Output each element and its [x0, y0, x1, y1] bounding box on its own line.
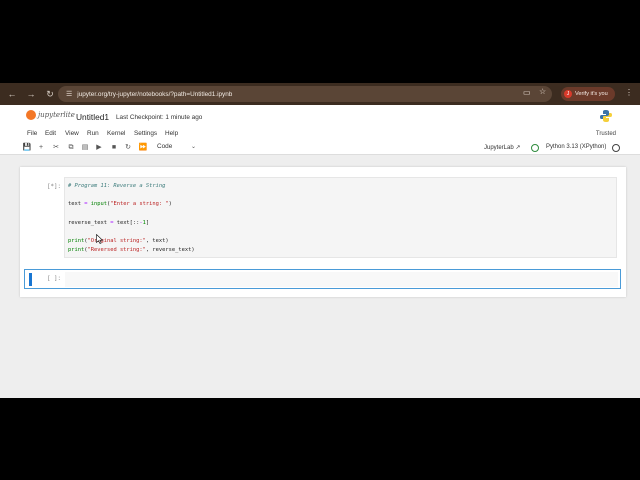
restart-run-all-icon[interactable]: ⏩ — [138, 143, 148, 153]
kernel-status-icon — [612, 144, 620, 152]
reload-icon[interactable]: ↻ — [43, 87, 57, 101]
menu-kernel[interactable]: Kernel — [107, 130, 125, 137]
back-icon[interactable]: ← — [5, 87, 19, 101]
code-line: print("Original string:", text) — [68, 238, 169, 245]
jupyter-header: jupyterlite Untitled1 Last Checkpoint: 1… — [0, 105, 640, 127]
install-app-icon[interactable]: ▭ — [523, 88, 531, 97]
code-line: # Program 11: Reverse a String — [68, 183, 166, 189]
menu-file[interactable]: File — [27, 130, 37, 137]
run-cell-icon[interactable]: ▶ — [94, 143, 104, 153]
save-icon[interactable]: 💾 — [22, 143, 32, 153]
add-cell-icon[interactable]: + — [36, 143, 46, 153]
open-jupyterlab-link[interactable]: JupyterLab ↗ — [484, 144, 520, 151]
stop-kernel-icon[interactable]: ■ — [109, 143, 119, 153]
menu-bar: File Edit View Run Kernel Settings Help … — [0, 127, 640, 140]
code-cell-editor[interactable]: # Program 11: Reverse a String text = in… — [64, 177, 617, 258]
chevron-down-icon[interactable]: ⌄ — [191, 143, 196, 150]
code-line: reverse_text = text[::-1] — [68, 219, 150, 226]
paste-icon[interactable]: ▤ — [80, 143, 90, 153]
bookmark-star-icon[interactable]: ☆ — [539, 87, 546, 96]
cell-type-select[interactable]: Code — [157, 143, 172, 150]
url-text: jupyter.org/try-jupyter/notebooks/?path=… — [77, 90, 233, 98]
kernel-name[interactable]: Python 3.13 (XPython) — [546, 144, 606, 150]
forward-icon[interactable]: → — [24, 87, 38, 101]
menu-edit[interactable]: Edit — [45, 130, 56, 137]
menu-run[interactable]: Run — [87, 130, 99, 137]
notebook-toolbar: 💾 + ✂ ⧉ ▤ ▶ ■ ↻ ⏩ Code ⌄ JupyterLab ↗ Py… — [0, 140, 640, 155]
code-line: print("Reversed string:", reverse_text) — [68, 247, 195, 254]
verify-label: Verify it's you — [575, 91, 608, 97]
cell-prompt: [*]: — [47, 184, 61, 190]
active-code-cell[interactable]: [ ]: — [24, 269, 621, 289]
browser-menu-icon[interactable]: ⋮ — [625, 88, 633, 97]
code-cell-editor[interactable] — [65, 272, 618, 287]
code-line: text = input("Enter a string: ") — [68, 201, 172, 208]
browser-window: ← → ↻ ☰ jupyter.org/try-jupyter/notebook… — [0, 83, 640, 398]
browser-toolbar: ← → ↻ ☰ jupyter.org/try-jupyter/notebook… — [0, 83, 640, 105]
notebook-panel: [*]: # Program 11: Reverse a String text… — [20, 167, 626, 297]
profile-avatar: J — [564, 90, 572, 98]
profile-verify-button[interactable]: J Verify it's you — [561, 87, 615, 101]
copy-icon[interactable]: ⧉ — [66, 143, 76, 153]
site-settings-icon[interactable]: ☰ — [66, 90, 72, 98]
mouse-cursor-icon — [96, 234, 104, 244]
address-bar[interactable]: ☰ jupyter.org/try-jupyter/notebooks/?pat… — [58, 86, 552, 102]
notebook-title[interactable]: Untitled1 — [76, 112, 109, 122]
jupyter-logo-icon — [26, 110, 36, 120]
cell-prompt: [ ]: — [47, 276, 61, 282]
logo-text: jupyterlite — [38, 111, 75, 119]
python-logo-icon — [600, 110, 612, 122]
trusted-indicator[interactable]: Trusted — [596, 131, 616, 137]
menu-view[interactable]: View — [65, 130, 79, 137]
menu-settings[interactable]: Settings — [134, 130, 157, 137]
jupyterlite-logo[interactable]: jupyterlite — [26, 110, 75, 120]
menu-help[interactable]: Help — [165, 130, 178, 137]
restart-kernel-icon[interactable]: ↻ — [123, 143, 133, 153]
jupyterlab-link-label: JupyterLab — [484, 145, 514, 151]
checkpoint-status: Last Checkpoint: 1 minute ago — [116, 114, 203, 121]
active-cell-indicator[interactable] — [29, 273, 32, 286]
cut-icon[interactable]: ✂ — [51, 143, 61, 153]
kernel-ok-icon — [531, 144, 539, 152]
